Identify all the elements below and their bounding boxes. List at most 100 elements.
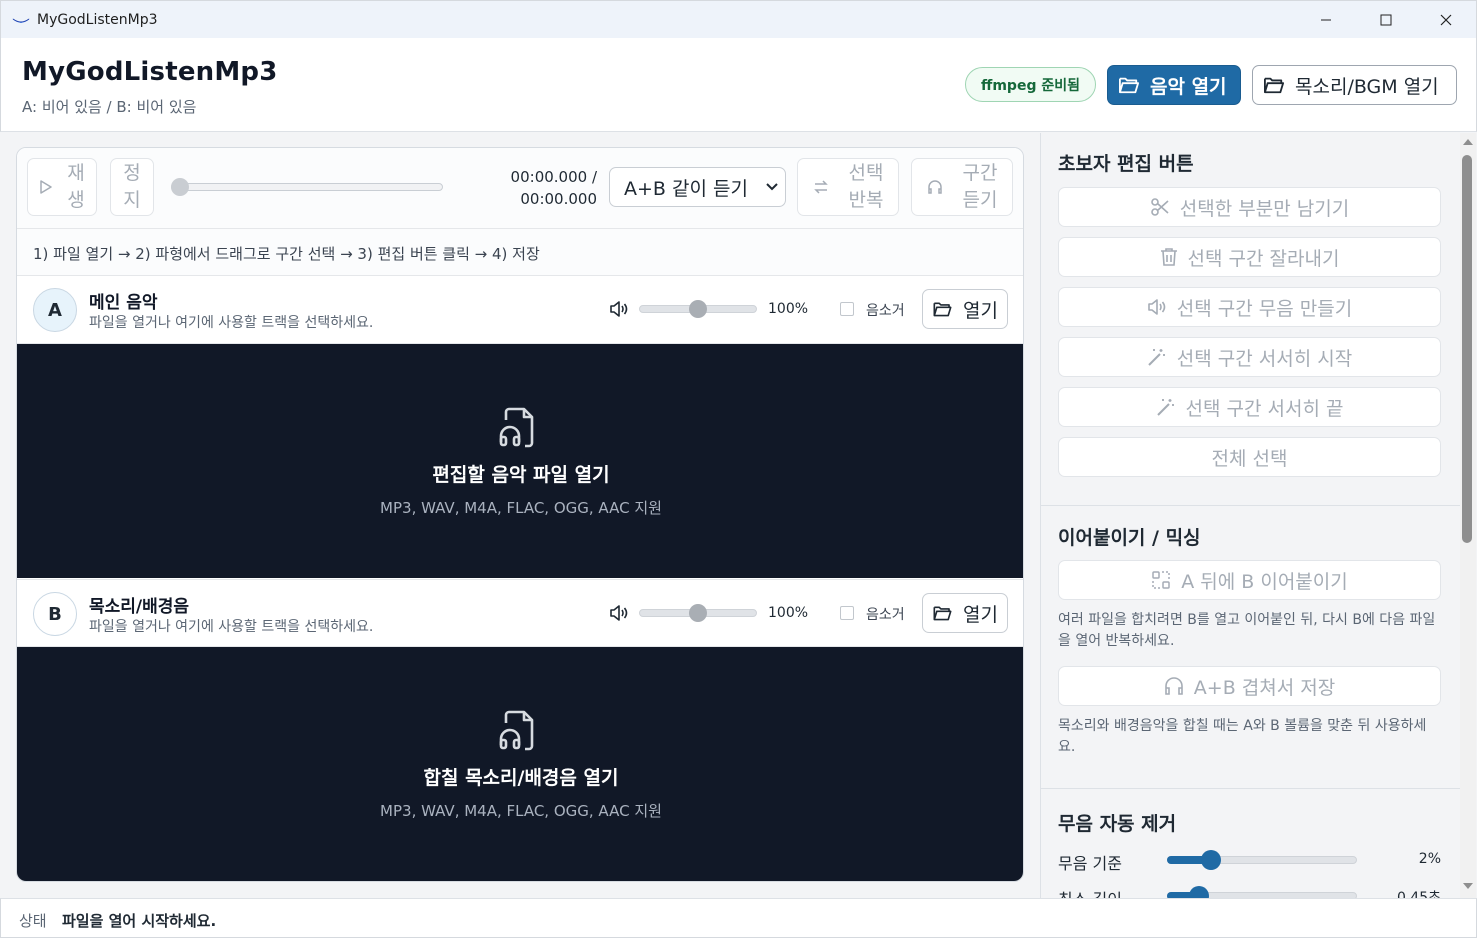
chevron-down-icon (766, 183, 778, 191)
minimize-button[interactable] (1296, 1, 1356, 39)
magic-wand-icon (1156, 399, 1174, 416)
volume-thumb[interactable] (689, 300, 707, 318)
listen-mode-select[interactable]: A+B 같이 듣기 (609, 167, 786, 207)
track-b-drop-title: 합칠 목소리/배경음 열기 (423, 767, 619, 789)
fade-in-label: 선택 구간 서서히 시작 (1176, 347, 1353, 370)
open-music-label: 음악 열기 (1150, 75, 1227, 98)
play-icon (40, 180, 52, 194)
listen-selection-label: 구간 듣기 (962, 162, 998, 211)
folder-open-icon (933, 302, 952, 317)
scroll-up-icon[interactable] (1462, 137, 1474, 147)
usage-guide: 1) 파일 열기 → 2) 파형에서 드래그로 구간 선택 → 3) 편집 버튼… (17, 228, 1023, 276)
seek-thumb[interactable] (171, 178, 189, 196)
fade-out-button[interactable]: 선택 구간 서서히 끝 (1058, 387, 1441, 427)
min-length-value: 0.45초 (1396, 890, 1441, 898)
silence-selection-label: 선택 구간 무음 만들기 (1176, 297, 1353, 320)
cut-selection-button[interactable]: 선택 구간 잘라내기 (1058, 237, 1441, 277)
track-b-badge: B (33, 592, 77, 636)
mix-section: 이어붙이기 / 믹싱 A 뒤에 B 이어붙이기 여러 파일을 합치려면 B를 열… (1041, 506, 1460, 789)
sidebar-scrollbar[interactable] (1460, 133, 1476, 898)
overlay-save-button[interactable]: A+B 겹쳐서 저장 (1058, 666, 1441, 706)
track-b-volume-slider[interactable] (639, 604, 757, 622)
track-a-open-label: 열기 (963, 299, 998, 322)
threshold-slider-row: 무음 기준 2% (1058, 848, 1441, 873)
mix-section-title: 이어붙이기 / 믹싱 (1058, 527, 1201, 549)
concat-note: 여러 파일을 합치려면 B를 열고 이어붙인 뒤, 다시 B에 다음 파일을 열… (1058, 612, 1436, 649)
open-music-button[interactable]: 음악 열기 (1107, 65, 1241, 105)
window-titlebar: MyGodListenMp3 (0, 0, 1477, 38)
track-a-desc: 파일을 열거나 여기에 사용할 트랙을 선택하세요. (89, 315, 374, 331)
track-b-drop-formats: MP3, WAV, M4A, FLAC, OGG, AAC 지원 (380, 802, 662, 820)
play-label: 재 생 (67, 162, 85, 211)
repeat-selection-button[interactable]: 선택 반복 (797, 158, 899, 216)
track-b-mute-checkbox[interactable] (840, 606, 854, 620)
seek-slider[interactable] (171, 178, 443, 196)
select-all-label: 전체 선택 (1211, 447, 1288, 470)
volume-thumb[interactable] (689, 604, 707, 622)
window-title: MyGodListenMp3 (37, 11, 158, 28)
min-length-label: 최소 길이 (1058, 886, 1122, 898)
track-a-header: A 메인 음악 파일을 열거나 여기에 사용할 트랙을 선택하세요. 100% … (17, 276, 1023, 344)
audio-file-icon (499, 710, 534, 751)
edit-section-title: 초보자 편집 버튼 (1058, 153, 1194, 175)
fade-in-button[interactable]: 선택 구간 서서히 시작 (1058, 337, 1441, 377)
repeat-icon (813, 180, 828, 194)
min-length-thumb[interactable] (1189, 886, 1210, 898)
listen-selection-button[interactable]: 구간 듣기 (911, 158, 1013, 216)
threshold-label: 무음 기준 (1058, 854, 1122, 873)
stop-label: 정 지 (123, 162, 141, 211)
app-header: MyGodListenMp3 A: 비어 있음 / B: 비어 있음 ffmpe… (0, 38, 1477, 132)
trash-icon (1160, 248, 1177, 266)
track-a-drop-formats: MP3, WAV, M4A, FLAC, OGG, AAC 지원 (380, 499, 662, 517)
play-button[interactable]: 재 생 (27, 158, 97, 216)
headphones-icon (1164, 677, 1183, 695)
silence-removal-title: 무음 자동 제거 (1058, 813, 1177, 835)
magic-wand-icon (1148, 349, 1165, 366)
track-b-dropzone[interactable]: 합칠 목소리/배경음 열기 MP3, WAV, M4A, FLAC, OGG, … (17, 647, 1023, 881)
stop-button[interactable]: 정 지 (110, 158, 154, 216)
time-current: 00:00.000 / (510, 168, 597, 186)
scissors-icon (1150, 198, 1169, 216)
track-a-drop-title: 편집할 음악 파일 열기 (432, 464, 610, 486)
track-a-name: 메인 음악 (89, 293, 158, 313)
minimize-icon (1321, 19, 1331, 20)
listen-mode-value: A+B 같이 듣기 (624, 177, 748, 200)
silence-removal-section: 무음 자동 제거 무음 기준 2% 최소 길이 0.45초 (1041, 789, 1460, 898)
threshold-thumb[interactable] (1200, 850, 1221, 870)
open-voice-bgm-button[interactable]: 목소리/BGM 열기 (1252, 65, 1457, 105)
status-label: 상태 (19, 912, 47, 930)
track-a-mute-label: 음소거 (866, 303, 905, 319)
track-a-volume-slider[interactable] (639, 300, 757, 318)
app-title: MyGodListenMp3 (22, 57, 278, 87)
time-display: 00:00.000 / 00:00.000 (507, 166, 607, 210)
status-text: 파일을 열어 시작하세요. (62, 912, 217, 930)
silence-selection-button[interactable]: 선택 구간 무음 만들기 (1058, 287, 1441, 327)
overlay-save-label: A+B 겹쳐서 저장 (1193, 676, 1336, 699)
track-b-mute-label: 음소거 (866, 607, 905, 623)
scroll-down-icon[interactable] (1462, 881, 1474, 891)
open-voice-bgm-label: 목소리/BGM 열기 (1295, 75, 1439, 98)
close-button[interactable] (1416, 1, 1476, 39)
headphones-icon (927, 180, 942, 194)
close-icon (1440, 14, 1452, 25)
maximize-icon (1380, 14, 1392, 25)
cut-selection-label: 선택 구간 잘라내기 (1187, 247, 1340, 270)
status-bar: 상태 파일을 열어 시작하세요. (0, 898, 1477, 938)
folder-open-icon (933, 606, 952, 621)
keep-selection-button[interactable]: 선택한 부분만 남기기 (1058, 187, 1441, 227)
folder-open-icon (1118, 77, 1139, 94)
concat-button[interactable]: A 뒤에 B 이어붙이기 (1058, 560, 1441, 600)
fade-out-label: 선택 구간 서서히 끝 (1185, 397, 1344, 420)
merge-icon (1152, 571, 1170, 589)
min-length-slider-row: 최소 길이 0.45초 (1058, 884, 1441, 898)
track-b-desc: 파일을 열거나 여기에 사용할 트랙을 선택하세요. (89, 619, 374, 635)
track-b-open-button[interactable]: 열기 (922, 593, 1008, 633)
editor-panel: 재 생 정 지 00:00.000 / 00:00.000 A+B 같이 듣기 … (16, 147, 1024, 882)
track-a-dropzone[interactable]: 편집할 음악 파일 열기 MP3, WAV, M4A, FLAC, OGG, A… (17, 344, 1023, 578)
track-a-mute-checkbox[interactable] (840, 302, 854, 316)
track-a-open-button[interactable]: 열기 (922, 289, 1008, 329)
select-all-button[interactable]: 전체 선택 (1058, 437, 1441, 477)
maximize-button[interactable] (1356, 1, 1416, 39)
scrollbar-thumb[interactable] (1462, 155, 1472, 543)
track-b-volume-value: 100% (768, 605, 809, 621)
